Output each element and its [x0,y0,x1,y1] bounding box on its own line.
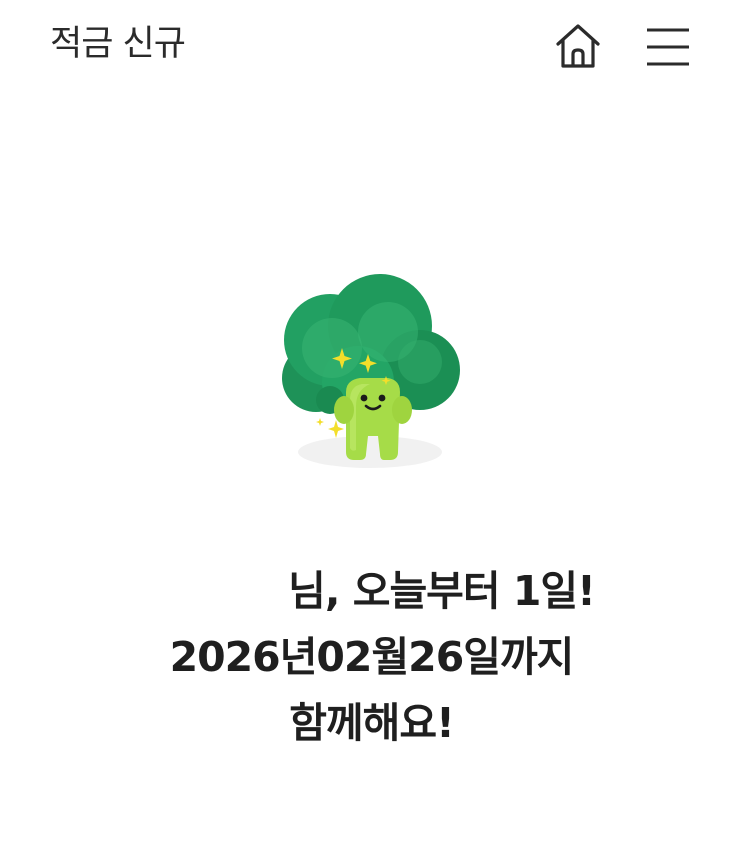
message-line-1: 님, 오늘부터 1일! [288,567,596,615]
message-line-3: 함께해요! [289,699,455,747]
menu-button[interactable] [640,18,696,74]
broccoli-mascot [270,270,470,500]
home-icon [556,24,600,68]
top-header: 적금 신규 [0,0,743,92]
hamburger-menu-icon [647,28,689,66]
message-line-2: 2026년02월26일까지 [169,633,575,681]
welcome-message: 님, 오늘부터 1일! 2026년02월26일까지 함께해요! [0,558,743,756]
home-button[interactable] [548,16,608,76]
broccoli-character-illustration [282,274,460,468]
page-title: 적금 신규 [50,24,186,64]
